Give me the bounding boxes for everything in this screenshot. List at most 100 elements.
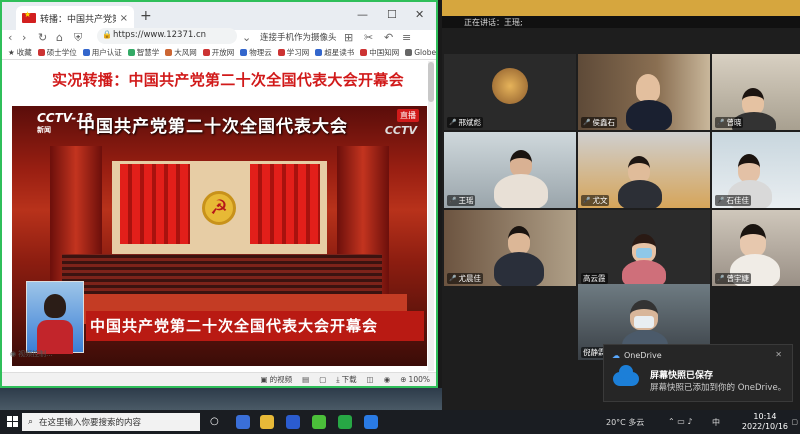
zoom-icon: ⊕ [400,375,407,384]
party-emblem-icon [202,191,236,225]
onedrive-notification[interactable]: OneDrive ☁ ✕ 屏幕快照已保存 屏幕快照已添加到你的 OneDrive… [603,344,793,402]
taskbar-search-input[interactable]: ⌕ 在这里输入你要搜索的内容 [22,413,200,431]
lower-third-title: 中国共产党第二十次全国代表大会开幕会 [90,317,379,335]
scrollbar[interactable] [428,61,434,371]
status-icon-b[interactable]: ▢ [319,375,326,384]
bookmark-item[interactable]: 开放网 [202,47,234,58]
clock-time: 10:14 [753,412,777,421]
live-badge: 直播 [397,109,419,122]
red-flags-right [250,164,320,244]
grid-app-icon[interactable] [236,415,250,429]
url-text: https://www.12371.cn [113,30,207,40]
notification-icon[interactable]: ▢ [791,418,798,426]
close-window-button[interactable]: ✕ [415,8,424,21]
page-headline: 实况转播：中国共产党第二十次全国代表大会开幕会 [52,71,404,89]
browser-app-icon[interactable] [338,415,352,429]
person-video [740,224,766,256]
status-zoom[interactable]: ⊕ 100% [400,375,430,384]
status-icon-d[interactable]: ◉ [384,375,391,384]
address-bar[interactable]: 🔒 https://www.12371.cn [97,28,237,44]
forward-icon[interactable]: › [22,31,26,44]
bookmark-icon [82,49,90,56]
download-icon: ⤓ [336,374,340,384]
shield-icon: ⛨ [74,31,83,44]
desktop-background [0,388,442,410]
taskbar: ⌕ 在这里输入你要搜索的内容 ○ 20°C 多云 ⌃ ▭ ♪ 中 10:14 2… [0,410,800,434]
status-icon-c[interactable]: ◫ [367,375,374,384]
person-video [636,74,660,102]
status-download[interactable]: ⤓ 下载 [336,374,356,385]
video-caption[interactable]: ◉ 视频控制... [10,349,53,359]
tab-active[interactable]: 转播：中国共产党第二十次全 × [16,6,134,30]
wechat-icon[interactable] [312,415,326,429]
face-mask [636,248,652,258]
person-video [628,156,650,182]
tray-icons[interactable]: ⌃ ▭ ♪ [668,417,692,426]
mic-muted-icon: 🎤 [583,119,591,126]
bookmark-item[interactable]: 超星读书 [315,47,354,58]
grid-icon[interactable]: ⊞ [344,31,353,44]
participant-tile[interactable]: 🎤 邢斌彪 [444,54,576,130]
participant-tile[interactable]: 🎤 侯鑫石 [578,54,710,130]
meeting-app-icon[interactable] [364,415,378,429]
person-video [738,154,760,182]
weather-status[interactable]: 20°C 多云 [606,417,644,428]
maximize-button[interactable]: ☐ [387,8,397,21]
bookmark-item[interactable]: 大风网 [165,47,197,58]
undo-icon[interactable]: ↶ [384,31,393,44]
taskbar-clock[interactable]: 10:14 2022/10/16 [742,412,788,432]
toast-app-name: OneDrive [624,351,662,360]
participant-tile[interactable]: 🎤 曾晓 [712,54,800,130]
participant-tile[interactable]: 🎤 尤晨佳 [444,210,576,286]
participant-tile[interactable]: 🎤 石佳佳 [712,132,800,208]
person-body [494,252,544,286]
home-icon[interactable]: ⌂ [56,31,63,44]
bookmark-item[interactable]: 物理云 [240,47,272,58]
meeting-header: 正在讲话：王瑶; [442,16,800,28]
sign-language-interpreter [26,281,84,354]
rostrum-seats [62,254,382,294]
video-top-title: 中国共产党第二十次全国代表大会 [78,117,348,137]
menu-icon[interactable]: ≡ [402,31,411,44]
bookmark-item[interactable]: 硕士学位 [37,47,77,58]
participant-tile[interactable]: 🎤 曾宇婕 [712,210,800,286]
toast-close-button[interactable]: ✕ [775,350,782,359]
participant-name: 🎤 邢斌彪 [447,117,483,128]
face-mask [634,316,654,328]
participant-name: 🎤 曾宇婕 [715,273,751,284]
status-icon-a[interactable]: ▤ [302,375,309,384]
participant-name: 🎤 侯鑫石 [581,117,617,128]
participant-name: 🎤 尤文 [581,195,610,206]
bookmark-icon [165,49,173,56]
participant-name: 🎤 石佳佳 [715,195,751,206]
minimize-button[interactable]: — [357,8,368,21]
back-icon[interactable]: ‹ [8,31,12,44]
bookmark-item[interactable]: 智慧学 [127,47,159,58]
status-video[interactable]: ▣ 的视频 [261,374,293,385]
new-tab-button[interactable]: + [140,8,152,24]
video-player[interactable]: CCTV-13新闻 中国共产党第二十次全国代表大会 直播 CCTV 中国共产党第… [12,106,427,366]
participant-tile[interactable]: 高云霞 [578,210,710,286]
refresh-icon[interactable]: ↻ [38,31,47,44]
ime-indicator[interactable]: 中 [712,417,720,428]
windows-start-icon[interactable] [7,416,18,427]
status-bar: ▣ 的视频 ▤ ▢ ⤓ 下载 ◫ ◉ ⊕ 100% [2,372,436,386]
mic-muted-icon: 🎤 [449,197,457,204]
bookmark-item[interactable]: Globe [405,48,436,57]
file-explorer-icon[interactable] [260,415,274,429]
chevron-down-icon[interactable]: ⌄ [242,31,251,44]
bookmarks-label[interactable]: ★ 收藏 [8,47,32,58]
task-view-icon[interactable]: ○ [210,416,219,427]
participant-tile[interactable]: 🎤 王瑶 [444,132,576,208]
word-icon[interactable] [286,415,300,429]
scissors-icon[interactable]: ✂ [364,31,373,44]
participant-tile[interactable]: 🎤 尤文 [578,132,710,208]
page-body: 实况转播：中国共产党第二十次全国代表大会开幕会 CCTV-13新闻 中国共产党第… [2,61,436,371]
bookmark-item[interactable]: 中国知网 [360,47,399,58]
scrollbar-thumb[interactable] [428,62,434,102]
bookmark-item[interactable]: 用户认证 [82,47,122,58]
search-hint[interactable]: 连接手机作为摄像头 [260,31,337,43]
tab-close-button[interactable]: × [120,13,128,24]
toast-title: 屏幕快照已保存 [650,371,714,381]
bookmark-item[interactable]: 学习网 [277,47,309,58]
